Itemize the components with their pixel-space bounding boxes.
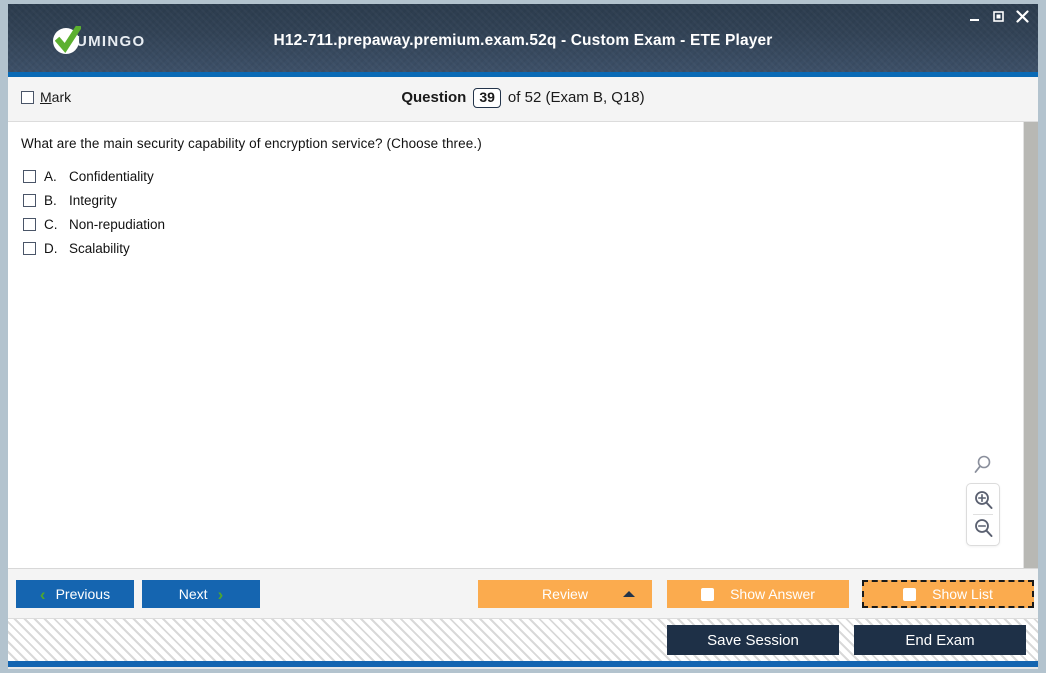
option-letter-a: A. [44,168,57,184]
show-list-button[interactable]: Show List [862,580,1034,608]
window-controls [967,8,1030,24]
chevron-right-icon: › [217,584,224,604]
answer-options-list: A. Confidentiality B. Integrity C. Non-r… [23,164,623,260]
square-toggle-icon [701,587,715,601]
zoom-out-icon[interactable] [968,515,998,542]
zoom-controls [966,452,1000,546]
footer-bar: Save Session End Exam [8,618,1038,663]
square-toggle-icon [903,587,917,601]
answer-option-b[interactable]: B. Integrity [23,188,623,212]
caret-up-icon [623,591,635,597]
close-icon[interactable] [1015,8,1030,24]
title-bar: UMINGO H12-711.prepaway.premium.exam.52q… [8,4,1038,72]
save-session-button-label: Save Session [707,631,799,649]
option-text-b: Integrity [69,192,118,208]
question-text: What are the main security capability of… [21,136,482,151]
chevron-left-icon: ‹ [39,584,46,604]
question-word-label: Question [401,89,467,107]
review-dropdown-button[interactable]: Review [478,580,652,608]
answer-checkbox-c[interactable] [23,217,36,231]
window-title: H12-711.prepaway.premium.exam.52q - Cust… [273,32,773,49]
answer-option-c[interactable]: C. Non-repudiation [23,212,623,236]
question-number-input[interactable]: 39 [473,88,501,108]
maximize-icon[interactable] [991,8,1006,24]
answer-checkbox-d[interactable] [23,241,36,255]
magnifier-icon[interactable] [970,452,996,478]
question-counter: Question 39 of 52 (Exam B, Q18) [8,88,1038,108]
review-button-label: Review [542,586,588,602]
footer-bottom-edge [8,667,1038,669]
content-scrollbar[interactable] [1023,122,1038,568]
option-text-c: Non-repudiation [69,216,166,232]
application-window: UMINGO H12-711.prepaway.premium.exam.52q… [0,0,1046,673]
show-answer-button-label: Show Answer [730,586,815,602]
minimize-icon[interactable] [967,8,982,24]
show-answer-button[interactable]: Show Answer [667,580,849,608]
next-button-label: Next [178,586,208,602]
navigation-toolbar: ‹ Previous Next › Review Show Answer Sho… [8,568,1038,618]
answer-checkbox-a[interactable] [23,169,36,183]
next-button[interactable]: Next › [142,580,260,608]
end-exam-button[interactable]: End Exam [854,625,1026,655]
show-list-button-label: Show List [932,586,993,602]
question-content-area: What are the main security capability of… [8,122,1038,568]
question-total-label: of 52 (Exam B, Q18) [507,89,645,107]
answer-option-a[interactable]: A. Confidentiality [23,164,623,188]
previous-button[interactable]: ‹ Previous [16,580,134,608]
previous-button-label: Previous [55,586,111,602]
answer-checkbox-b[interactable] [23,193,36,207]
question-info-bar: Mark Question 39 of 52 (Exam B, Q18) [8,77,1038,122]
option-text-a: Confidentiality [69,168,154,184]
option-letter-d: D. [44,240,58,256]
save-session-button[interactable]: Save Session [667,625,839,655]
option-letter-b: B. [44,192,57,208]
end-exam-button-label: End Exam [905,631,975,649]
zoom-in-icon[interactable] [968,487,998,514]
option-text-d: Scalability [69,240,130,256]
answer-option-d[interactable]: D. Scalability [23,236,623,260]
zoom-button-group [966,483,1000,546]
option-letter-c: C. [44,216,58,232]
